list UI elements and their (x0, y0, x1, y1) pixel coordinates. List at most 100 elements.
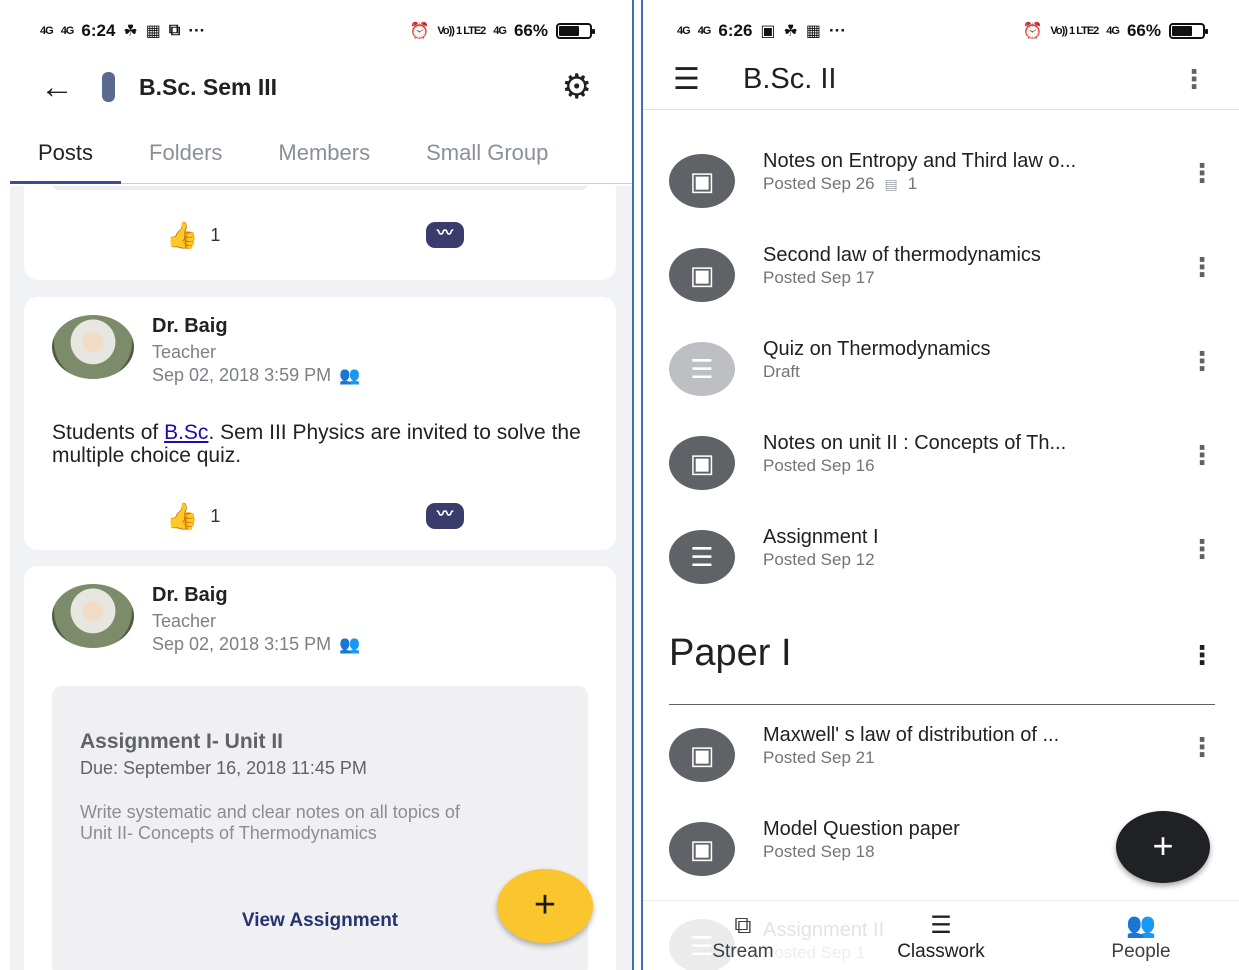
create-button[interactable]: + (1116, 811, 1210, 883)
classwork-item[interactable]: ▣ Second law of thermodynamics Posted Se… (669, 244, 1215, 314)
signal-icon: 4G (40, 25, 54, 37)
gear-icon[interactable]: ⚙ (562, 67, 592, 107)
like-count: 1 (210, 225, 221, 245)
material-icon: ▣ (669, 728, 735, 782)
signal-icon: 4G (697, 25, 712, 37)
battery-icon (1169, 23, 1208, 39)
material-icon: ▣ (669, 822, 735, 876)
status-bar: 4G 4G 6:24 ☘ ▦ ⧉ ··· ⏰ Vo)) 1 LTE2 4G 66… (0, 0, 632, 62)
thumbs-up-icon: 👍 (166, 501, 199, 531)
item-subtitle: Posted Sep 26 (763, 174, 875, 193)
signal-icon: 4G (677, 25, 691, 37)
more-options-icon[interactable]: ⋮ (1189, 158, 1215, 189)
assignment-due-date: Due: September 16, 2018 11:45 PM (80, 758, 367, 778)
tab-bar: Posts Folders Members Small Group (10, 130, 632, 184)
material-icon: ▣ (669, 154, 735, 208)
people-icon: 👥 (1126, 912, 1156, 939)
calendar-icon: ▦ (805, 23, 821, 40)
like-count: 1 (210, 506, 221, 526)
assignment-icon: ☰ (669, 342, 735, 396)
comment-icon[interactable]: 〰 (426, 222, 464, 248)
status-time: 6:24 (81, 21, 116, 40)
author-name: Dr. Baig (152, 315, 228, 337)
item-subtitle: Posted Sep 12 (763, 550, 875, 569)
item-subtitle: Posted Sep 16 (763, 456, 875, 475)
nav-stream[interactable]: ⧉ Stream (683, 912, 803, 963)
avatar[interactable] (52, 315, 134, 379)
tab-members[interactable]: Members (250, 130, 398, 182)
item-title: Maxwell' s law of distribution of ... (763, 724, 1060, 746)
post-card: Dr. Baig Teacher Sep 02, 2018 3:59 PM 👥 S… (24, 297, 616, 550)
page-title: B.Sc. Sem III (139, 73, 278, 100)
classwork-item[interactable]: ☰ Quiz on Thermodynamics Draft ⋮ (669, 338, 1215, 408)
right-phone-screen: 4G 4G 6:26 ▣ ☘ ▦ ··· ⏰ Vo)) 1 LTE2 4G 66… (641, 0, 1239, 970)
material-icon: ▣ (669, 248, 735, 302)
alarm-icon: ⏰ (1022, 23, 1043, 40)
post-content-tail (50, 186, 590, 190)
material-icon: ▣ (669, 436, 735, 490)
more-options-icon[interactable]: ⋮ (1189, 440, 1215, 471)
item-subtitle: Posted Sep 21 (763, 748, 875, 767)
item-title: Second law of thermodynamics (763, 244, 1041, 266)
classwork-item[interactable]: ☰ Assignment I Posted Sep 12 ⋮ (669, 526, 1215, 596)
comment-icon[interactable]: 〰 (426, 503, 464, 529)
nav-label: People (1111, 941, 1171, 962)
more-notifications: ··· (188, 21, 206, 40)
like-button[interactable]: 👍 1 (166, 501, 220, 532)
volte-indicator: Vo)) 1 LTE2 (437, 25, 486, 37)
status-time: 6:26 (718, 21, 753, 40)
classwork-item[interactable]: ▣ Notes on unit II : Concepts of Th... P… (669, 432, 1215, 502)
message-icon: ▣ (760, 23, 776, 40)
nav-classwork[interactable]: ☰ Classwork (881, 912, 1001, 963)
menu-icon[interactable]: ☰ (673, 62, 743, 97)
item-title: Notes on Entropy and Third law o... (763, 150, 1077, 172)
more-options-icon[interactable]: ⋮ (1189, 534, 1215, 565)
classwork-icon: ☰ (930, 912, 952, 939)
classwork-item[interactable]: ▣ Maxwell' s law of distribution of ... … (669, 724, 1215, 794)
leaf-icon: ☘ (123, 23, 138, 40)
item-title: Model Question paper (763, 818, 960, 840)
nav-label: Classwork (897, 941, 985, 962)
nav-label: Stream (712, 941, 774, 962)
more-notifications: ··· (829, 21, 846, 40)
post-text-part: Students of (52, 421, 165, 444)
battery-percent: 66% (1126, 21, 1161, 40)
item-subtitle: Draft (763, 362, 800, 381)
comment-count: 1 (907, 174, 918, 193)
author-role: Teacher (152, 342, 217, 362)
assignment-title: Assignment I- Unit II (80, 730, 284, 753)
bottom-navigation: ☰ Assignment II Posted Sep 1 ⧉ Stream ☰ … (643, 900, 1239, 970)
app-bar: ☰ B.Sc. II ⋮ (643, 50, 1239, 110)
app-bar: ← B.Sc. Sem III ⚙ (0, 62, 632, 112)
assignment-icon: ☰ (669, 530, 735, 584)
topic-heading: Paper I (669, 632, 792, 674)
classwork-item[interactable]: ▣ Model Question paper Posted Sep 18 (669, 818, 1189, 888)
avatar[interactable] (52, 584, 134, 648)
signal-icon: 4G (60, 25, 75, 37)
more-options-icon[interactable]: ⋮ (1189, 252, 1215, 283)
more-options-icon[interactable]: ⋮ (1181, 64, 1207, 95)
post-author: Dr. Baig Teacher Sep 02, 2018 3:15 PM 👥 (52, 584, 360, 655)
back-arrow-icon[interactable]: ← (40, 68, 80, 107)
post-link[interactable]: B.Sc (164, 421, 208, 444)
tab-posts[interactable]: Posts (10, 130, 122, 184)
class-color-marker (102, 72, 115, 102)
tab-folders[interactable]: Folders (121, 130, 250, 182)
leaf-icon: ☘ (783, 23, 798, 40)
add-post-button[interactable]: + (497, 869, 593, 943)
classwork-item[interactable]: ▣ Notes on Entropy and Third law o... Po… (669, 150, 1215, 220)
stream-icon: ⧉ (734, 912, 752, 939)
more-options-icon[interactable]: ⋮ (1189, 346, 1215, 377)
author-name: Dr. Baig (152, 584, 228, 606)
tab-small-group[interactable]: Small Group (398, 130, 576, 182)
post-feed: 👍 1 〰 Dr. Baig Teacher Sep 02, 2018 3:59… (10, 186, 632, 970)
topic-options-icon[interactable]: ⋮ (1189, 640, 1215, 671)
left-phone-screen: 4G 4G 6:24 ☘ ▦ ⧉ ··· ⏰ Vo)) 1 LTE2 4G 66… (0, 0, 634, 970)
signal-icon: 4G (493, 25, 507, 37)
like-button[interactable]: 👍 1 (166, 220, 220, 251)
more-options-icon[interactable]: ⋮ (1189, 732, 1215, 763)
post-text: Students of B.Sc. Sem III Physics are in… (52, 421, 592, 467)
post-card: 👍 1 〰 (24, 186, 616, 280)
post-author: Dr. Baig Teacher Sep 02, 2018 3:59 PM 👥 (52, 315, 360, 386)
nav-people[interactable]: 👥 People (1081, 912, 1201, 963)
